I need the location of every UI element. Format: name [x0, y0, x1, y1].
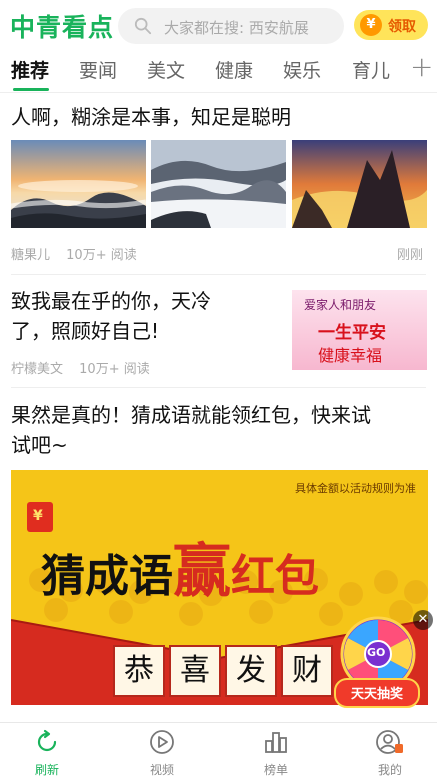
article-title-line: 致我最在乎的你，天冷	[11, 289, 211, 313]
article-thumbnail: 爱家人和朋友 一生平安 健康幸福	[292, 290, 427, 370]
category-tabs: 推荐 要闻 美文 健康 娱乐 育儿 +	[0, 50, 437, 93]
search-placeholder: 大家都在搜: 西安航展	[164, 19, 309, 37]
ad-headline-part: 红包	[231, 551, 320, 602]
article-reads: 10万+ 阅读	[66, 248, 137, 263]
nav-label: 视频	[149, 763, 174, 777]
bottom-navigation: 刷新 视频 榜单 我的	[0, 722, 437, 780]
tab-entertainment[interactable]: 娱乐	[283, 56, 321, 83]
feed-divider	[11, 274, 426, 275]
lottery-widget[interactable]: GO 天天抽奖	[332, 616, 428, 708]
close-ad-icon[interactable]: ✕	[413, 610, 433, 630]
active-tab-indicator	[13, 88, 49, 91]
nav-refresh[interactable]: 刷新	[17, 729, 77, 778]
coin-icon: ¥	[360, 14, 382, 36]
ad-tile: 喜	[169, 645, 221, 697]
article-thumbnail	[11, 140, 146, 228]
lottery-label: 天天抽奖	[350, 687, 403, 702]
thumb-caption: 爱家人和朋友	[304, 298, 377, 312]
article-thumbnail	[151, 140, 286, 228]
thumb-caption: 健康幸福	[318, 346, 383, 365]
app-logo: 中青看点	[10, 13, 115, 42]
article-reads: 10万+ 阅读	[79, 362, 150, 377]
search-icon	[134, 17, 152, 35]
ad-title-line: 果然是真的！猜成语就能领红包，快来试	[11, 403, 371, 427]
ad-title-line: 试吧~	[11, 433, 68, 457]
ad-headline: 猜成语赢红包	[41, 524, 319, 608]
thumb-caption: 一生平安	[318, 323, 386, 343]
ad-tile: 恭	[113, 645, 165, 697]
lottery-button[interactable]: 天天抽奖	[334, 678, 420, 708]
article-title-line: 了，照顾好自己!	[11, 319, 160, 343]
article-time: 刚刚	[397, 248, 424, 263]
ad-tile: 发	[225, 645, 277, 697]
ad-disclaimer: 具体金额以活动规则为准	[295, 482, 416, 495]
add-channel-icon[interactable]: +	[410, 50, 433, 83]
nav-label: 我的	[377, 763, 402, 777]
tab-news[interactable]: 要闻	[79, 56, 117, 83]
nav-ranking[interactable]: 榜单	[246, 729, 306, 778]
tab-essays[interactable]: 美文	[147, 56, 185, 83]
ad-headline-part: 猜成语	[41, 551, 173, 602]
play-video-icon	[150, 730, 174, 754]
ranking-icon	[265, 732, 287, 753]
search-bar[interactable]: 大家都在搜: 西安航展	[118, 8, 344, 44]
tab-parenting[interactable]: 育儿	[352, 56, 390, 83]
nav-label: 刷新	[34, 763, 59, 777]
ad-headline-part: 赢	[173, 537, 232, 605]
claim-reward-button[interactable]: ¥ 领取	[354, 10, 428, 40]
article-source: 柠檬美文	[11, 362, 64, 377]
tab-health[interactable]: 健康	[215, 56, 253, 83]
feed-divider	[11, 387, 426, 388]
claim-reward-label: 领取	[388, 19, 416, 35]
nav-video[interactable]: 视频	[132, 729, 192, 778]
article-thumbnail	[292, 140, 427, 228]
top-header: 中青看点 大家都在搜: 西安航展 ¥ 领取	[0, 0, 437, 52]
article-title: 人啊，糊涂是本事，知足是聪明	[11, 105, 291, 129]
tab-recommend[interactable]: 推荐	[11, 56, 49, 83]
wheel-go-label: GO	[367, 646, 386, 659]
ad-tile: 财	[281, 645, 333, 697]
refresh-icon	[37, 729, 57, 752]
nav-profile[interactable]: 我的	[360, 729, 420, 778]
article-source: 糖果儿	[11, 248, 51, 263]
nav-label: 榜单	[263, 763, 288, 777]
envelope-icon: ¥	[33, 508, 43, 524]
profile-icon	[376, 730, 403, 754]
